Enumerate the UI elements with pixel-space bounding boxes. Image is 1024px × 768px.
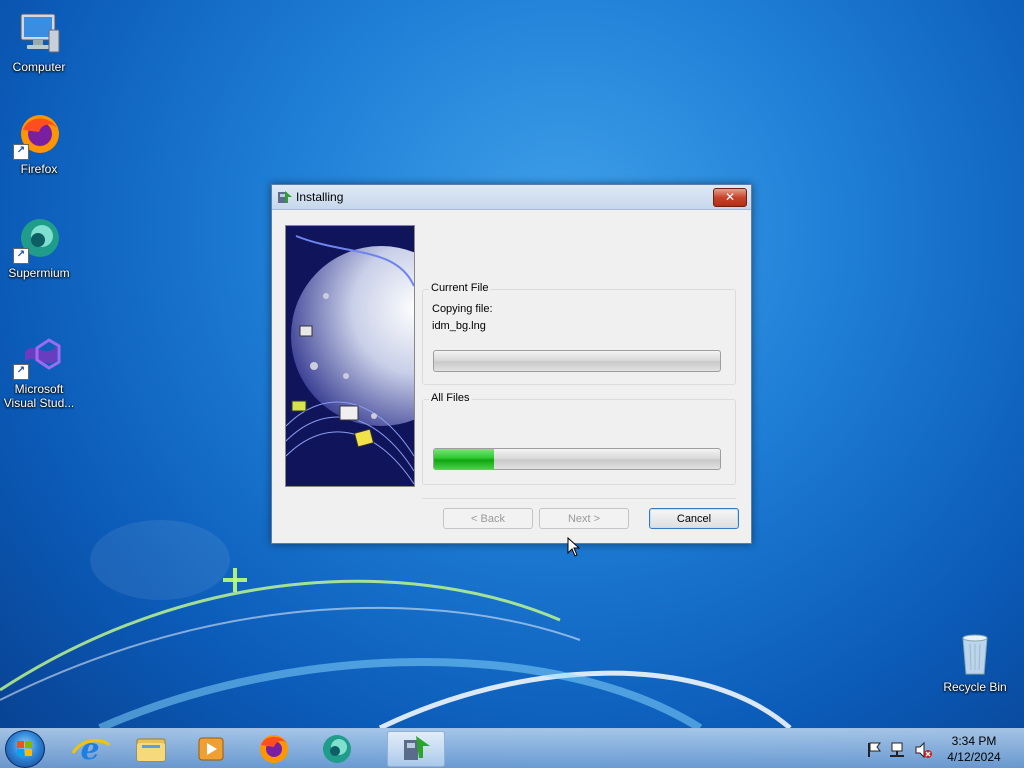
shortcut-arrow-icon: ↗ <box>13 248 29 264</box>
start-button[interactable] <box>5 730 45 768</box>
current-file-group: Current File Copying file: idm_bg.lng <box>422 282 736 385</box>
firefox-icon <box>260 735 288 763</box>
installing-dialog: Installing ✕ Current File Copying file: … <box>271 184 752 544</box>
firefox-icon: ↗ <box>13 112 63 160</box>
back-button[interactable]: < Back <box>443 508 533 529</box>
current-file-progress-bar <box>433 350 721 372</box>
dialog-title: Installing <box>296 190 344 204</box>
installer-icon <box>404 736 430 760</box>
desktop-icon-label: Recycle Bin <box>943 680 1007 694</box>
network-icon <box>890 742 904 757</box>
visual-studio-icon: ↗ <box>13 332 63 380</box>
desktop-icon-visual-studio[interactable]: ↗ Microsoft Visual Stud... <box>1 332 77 410</box>
all-files-progress-bar <box>433 448 721 470</box>
windows-logo-icon <box>17 741 32 756</box>
copying-label: Copying file: <box>432 303 493 315</box>
internet-explorer-icon: e <box>71 732 111 767</box>
supermium-icon <box>323 735 351 763</box>
mouse-cursor-icon <box>567 537 581 557</box>
action-center-flag-icon <box>868 742 881 757</box>
next-button[interactable]: Next > <box>539 508 629 529</box>
taskbar-supermium[interactable] <box>310 731 364 767</box>
desktop-icon-computer[interactable]: Computer <box>1 10 77 74</box>
taskbar-internet-explorer[interactable]: e <box>63 731 117 767</box>
dialog-titlebar[interactable]: Installing ✕ <box>272 185 751 210</box>
taskbar-windows-explorer[interactable] <box>124 731 178 767</box>
current-file-name: idm_bg.lng <box>432 320 486 332</box>
taskbar-installing[interactable] <box>387 731 445 767</box>
desktop-icon-firefox[interactable]: ↗ Firefox <box>1 112 77 176</box>
volume-muted-icon <box>915 741 932 759</box>
folder-icon <box>136 738 166 762</box>
installer-banner-image <box>285 225 415 487</box>
divider <box>422 498 736 499</box>
group-title: Current File <box>429 282 491 294</box>
taskbar: e 3:34 PM 4/12/2024 <box>0 728 1024 768</box>
shortcut-arrow-icon: ↗ <box>13 364 29 380</box>
supermium-icon: ↗ <box>13 216 63 264</box>
desktop-icon-recycle-bin[interactable]: Recycle Bin <box>937 630 1013 694</box>
taskbar-firefox[interactable] <box>247 731 301 767</box>
clock-time: 3:34 PM <box>951 734 997 748</box>
clock-date: 4/12/2024 <box>947 750 1001 764</box>
computer-icon <box>15 10 63 58</box>
group-title: All Files <box>429 392 472 404</box>
desktop-icon-supermium[interactable]: ↗ Supermium <box>1 216 77 280</box>
progress-fill <box>434 449 495 469</box>
desktop-icon-label: Microsoft Visual Stud... <box>3 382 75 410</box>
desktop-icon-label: Computer <box>12 60 66 74</box>
taskbar-media-player[interactable] <box>184 731 238 767</box>
clock[interactable]: 3:34 PM 4/12/2024 <box>940 733 1008 765</box>
svg-text:e: e <box>80 732 99 767</box>
installer-icon <box>277 189 293 205</box>
recycle-bin-icon <box>951 630 999 678</box>
close-icon: ✕ <box>724 190 736 204</box>
system-tray <box>868 741 932 759</box>
media-player-icon <box>198 737 224 761</box>
shortcut-arrow-icon: ↗ <box>13 144 29 160</box>
desktop-icon-label: Firefox <box>20 162 58 176</box>
close-button[interactable]: ✕ <box>713 188 747 207</box>
all-files-group: All Files <box>422 392 736 485</box>
cancel-button[interactable]: Cancel <box>649 508 739 529</box>
desktop-icon-label: Supermium <box>8 266 70 280</box>
